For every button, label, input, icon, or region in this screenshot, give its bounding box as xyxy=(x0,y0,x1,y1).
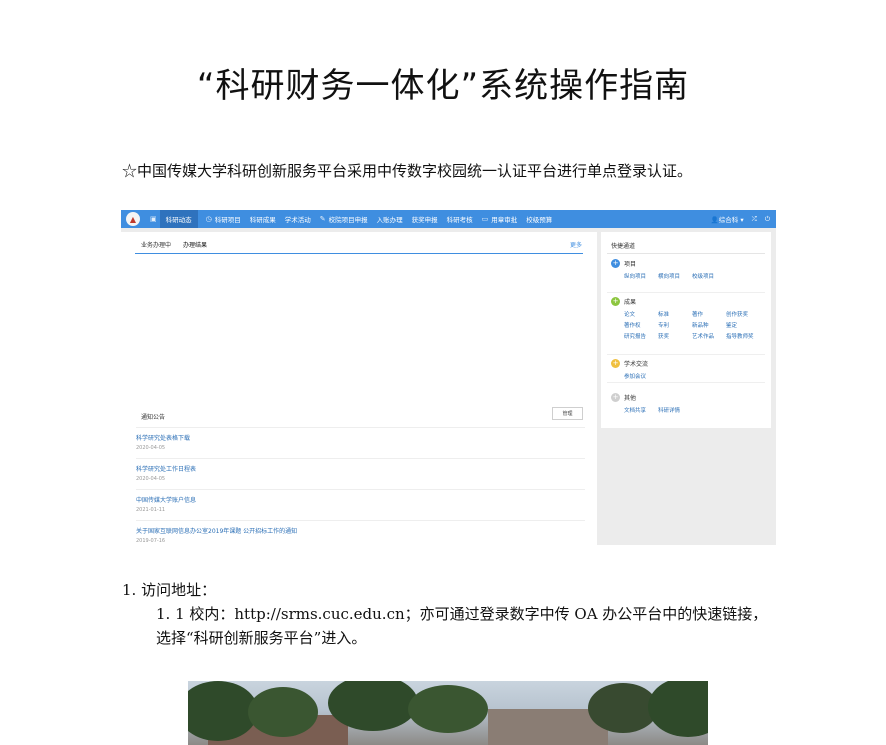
divider xyxy=(607,292,765,293)
top-nav: ▲ ▣ 科研动态 ◷ 科研项目 科研成果 学术活动 ✎ 校院项目申报 入账办理 … xyxy=(121,210,776,228)
plus-icon: + xyxy=(611,296,620,306)
section-item-continued: 选择“科研创新服务平台”进入。 xyxy=(156,629,367,647)
nav-item-seal[interactable]: 用章审批 xyxy=(491,214,517,224)
tree-shape xyxy=(408,685,488,733)
list-item[interactable]: 中国传媒大学账户信息 2021-01-11 xyxy=(136,489,585,520)
tree-shape xyxy=(328,681,418,731)
group-label: 其他 xyxy=(624,394,637,402)
manage-button[interactable]: 管理 xyxy=(552,407,583,420)
quick-link[interactable]: 获奖 xyxy=(658,332,692,340)
quick-link[interactable]: 著作权 xyxy=(624,321,658,329)
quick-link[interactable]: 研究报告 xyxy=(624,332,658,340)
quick-link[interactable]: 校级项目 xyxy=(692,272,726,280)
quick-group-projects: + 项目 纵向项目 横向项目 校级项目 xyxy=(611,258,766,280)
quick-link[interactable]: 鉴定 xyxy=(726,321,760,329)
notice-panel: 通知公告 管理 科学研究处表格下载 2020-04-05 科学研究处工作日程表 … xyxy=(121,397,597,545)
power-icon[interactable]: ⏻ xyxy=(765,215,770,224)
notice-item-date: 2020-04-05 xyxy=(136,445,166,451)
nav-item-news[interactable]: 科研动态 xyxy=(159,210,198,228)
user-menu[interactable]: 👤综合科 ▾ xyxy=(711,214,744,224)
user-icon: 👤 xyxy=(710,216,719,224)
nav-item-budget[interactable]: 校级预算 xyxy=(526,214,552,224)
nav-item-academic[interactable]: 学术活动 xyxy=(285,214,311,224)
section-heading: 1. 访问地址： xyxy=(122,581,217,599)
tree-shape xyxy=(648,681,708,737)
tab-underline xyxy=(135,253,583,254)
nav-item-award[interactable]: 获奖申报 xyxy=(412,214,438,224)
platform-screenshot: ▲ ▣ 科研动态 ◷ 科研项目 科研成果 学术活动 ✎ 校院项目申报 入账办理 … xyxy=(121,210,776,545)
group-label: 成果 xyxy=(624,298,637,306)
quick-link[interactable]: 文档共享 xyxy=(624,406,658,414)
quick-link[interactable]: 著作 xyxy=(692,310,726,318)
notice-title: 通知公告 xyxy=(141,414,166,421)
nav-item-apply[interactable]: 校院项目申报 xyxy=(329,214,368,224)
quick-link[interactable]: 论文 xyxy=(624,310,658,318)
divider xyxy=(607,253,765,254)
quick-group-other: + 其他 文档共享 科研详情 xyxy=(611,392,766,414)
plus-icon: + xyxy=(611,392,620,402)
nav-item-projects[interactable]: 科研项目 xyxy=(215,214,241,224)
divider xyxy=(607,382,765,383)
campus-photo xyxy=(188,681,708,745)
section-item: 1. 1 校内：http://srms.cuc.edu.cn；亦可通过登录数字中… xyxy=(156,605,768,623)
notice-item-title[interactable]: 关于国家互联网信息办公室2019年课题 公开招标工作的通知 xyxy=(136,526,585,535)
quick-link[interactable]: 横向项目 xyxy=(658,272,692,280)
more-link[interactable]: 更多 xyxy=(570,240,582,249)
list-item[interactable]: 关于国家互联网信息办公室2019年课题 公开招标工作的通知 2019-07-16 xyxy=(136,520,585,545)
page-title: “科研财务一体化”系统操作指南 xyxy=(196,66,690,106)
message-icon: ▭ xyxy=(481,215,489,223)
tab-results[interactable]: 办理结果 xyxy=(183,240,207,254)
quick-link[interactable]: 新品种 xyxy=(692,321,726,329)
plus-icon: + xyxy=(611,258,620,268)
logo-icon: ▲ xyxy=(126,212,140,226)
intro-text: ☆中国传媒大学科研创新服务平台采用中传数字校园统一认证平台进行单点登录认证。 xyxy=(122,162,693,180)
quick-link[interactable]: 指导教师奖 xyxy=(726,332,760,340)
notice-item-date: 2020-04-05 xyxy=(136,476,166,482)
quick-link[interactable]: 专利 xyxy=(658,321,692,329)
business-panel: 业务办理中 办理结果 更多 xyxy=(121,232,597,398)
notice-item-title[interactable]: 中国传媒大学账户信息 xyxy=(136,495,585,504)
notice-item-title[interactable]: 科学研究处表格下载 xyxy=(136,433,585,442)
quick-link[interactable]: 纵向项目 xyxy=(624,272,658,280)
quick-group-exchange: + 学术交流 参加会议 xyxy=(611,358,766,380)
user-name: 综合科 xyxy=(718,216,739,224)
quick-link[interactable]: 创作获奖 xyxy=(726,310,760,318)
group-label: 学术交流 xyxy=(624,360,649,368)
notice-item-date: 2021-01-11 xyxy=(136,507,166,513)
quick-access-title: 快捷通道 xyxy=(611,243,636,250)
list-item[interactable]: 科学研究处工作日程表 2020-04-05 xyxy=(136,458,585,489)
notice-item-title[interactable]: 科学研究处工作日程表 xyxy=(136,464,585,473)
edit-icon: ✎ xyxy=(319,215,326,223)
quick-link[interactable]: 艺术作品 xyxy=(692,332,726,340)
tab-in-progress[interactable]: 业务办理中 xyxy=(141,240,171,254)
notice-item-date: 2019-07-16 xyxy=(136,538,166,544)
quick-link[interactable]: 参加会议 xyxy=(624,372,658,380)
plus-icon: + xyxy=(611,358,620,368)
quick-group-achievements: + 成果 论文 标准 著作 创作获奖 著作权 专利 新品种 鉴定 研究报告 获奖 … xyxy=(611,296,766,340)
list-item[interactable]: 科学研究处表格下载 2020-04-05 xyxy=(136,427,585,458)
dashboard-icon: ▣ xyxy=(150,215,157,223)
quick-link[interactable]: 科研详情 xyxy=(658,406,692,414)
group-label: 项目 xyxy=(624,260,637,268)
quick-link[interactable]: 标准 xyxy=(658,310,692,318)
tree-shape xyxy=(248,687,318,737)
divider xyxy=(607,354,765,355)
clock-icon: ◷ xyxy=(205,215,212,223)
quick-access-panel: 快捷通道 + 项目 纵向项目 横向项目 校级项目 + 成果 论文 标准 著作 创作获… xyxy=(601,232,771,428)
nav-item-assessment[interactable]: 科研考核 xyxy=(447,214,473,224)
notice-list: 科学研究处表格下载 2020-04-05 科学研究处工作日程表 2020-04-… xyxy=(136,427,585,545)
nav-item-achievements[interactable]: 科研成果 xyxy=(250,214,276,224)
shuffle-icon[interactable]: ⤮ xyxy=(752,215,757,224)
nav-item-account[interactable]: 入账办理 xyxy=(377,214,403,224)
